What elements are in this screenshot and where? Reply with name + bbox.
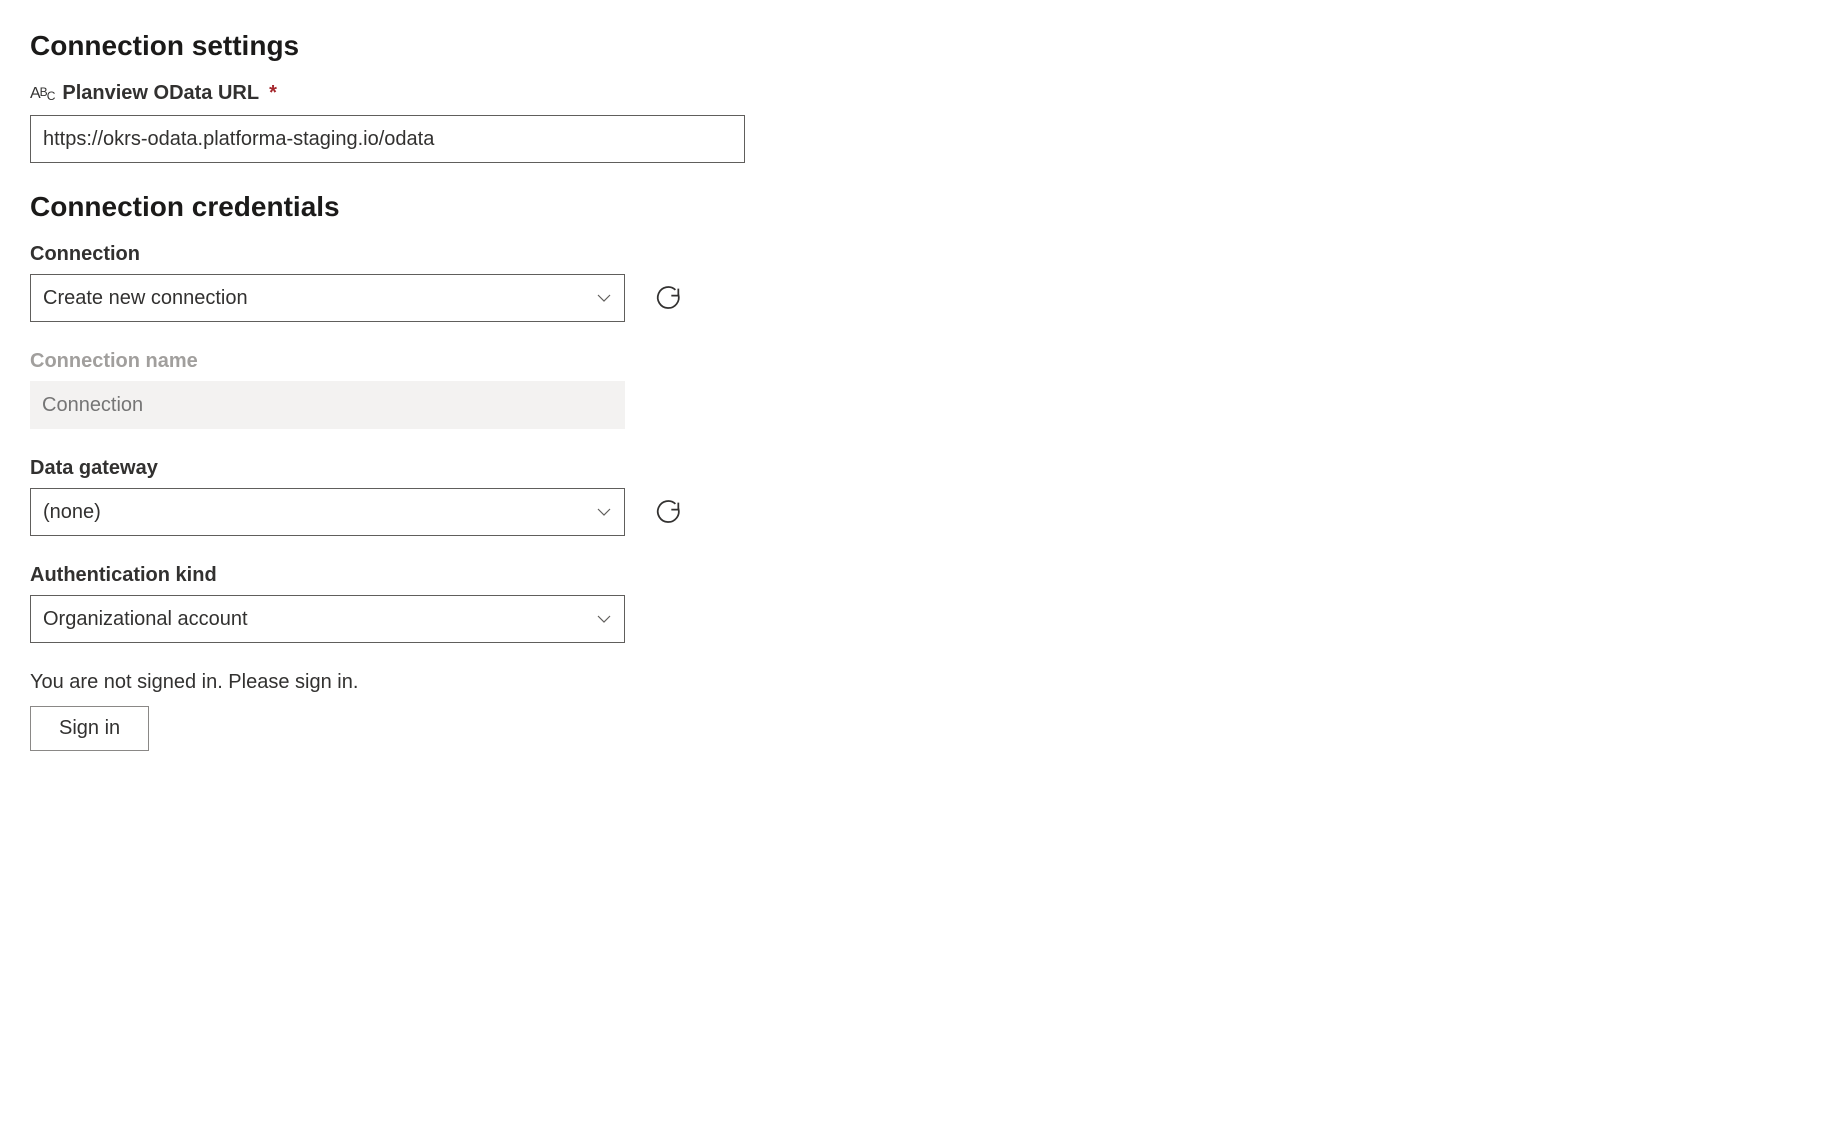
connection-dropdown[interactable]: Create new connection [30, 274, 625, 322]
connection-settings-heading: Connection settings [30, 30, 1804, 62]
data-gateway-dropdown-value: (none) [43, 501, 101, 524]
signin-button[interactable]: Sign in [30, 706, 149, 751]
connection-credentials-heading: Connection credentials [30, 191, 1804, 223]
refresh-icon[interactable] [655, 498, 683, 526]
auth-kind-label: Authentication kind [30, 564, 1804, 587]
connection-label: Connection [30, 243, 1804, 266]
odata-url-input[interactable] [30, 115, 745, 163]
connection-dropdown-value: Create new connection [43, 287, 248, 310]
odata-url-label-text: Planview OData URL [62, 82, 259, 105]
chevron-down-icon [596, 611, 612, 627]
connection-name-label: Connection name [30, 350, 1804, 373]
abc-icon: ABC [30, 85, 54, 103]
auth-kind-dropdown[interactable]: Organizational account [30, 595, 625, 643]
data-gateway-label: Data gateway [30, 457, 1804, 480]
data-gateway-dropdown[interactable]: (none) [30, 488, 625, 536]
odata-url-label: ABC Planview OData URL * [30, 82, 1804, 105]
required-asterisk: * [269, 82, 277, 105]
auth-kind-dropdown-value: Organizational account [43, 608, 248, 631]
chevron-down-icon [596, 290, 612, 306]
chevron-down-icon [596, 504, 612, 520]
refresh-icon[interactable] [655, 284, 683, 312]
connection-name-input [30, 381, 625, 429]
signin-status-text: You are not signed in. Please sign in. [30, 671, 1804, 694]
